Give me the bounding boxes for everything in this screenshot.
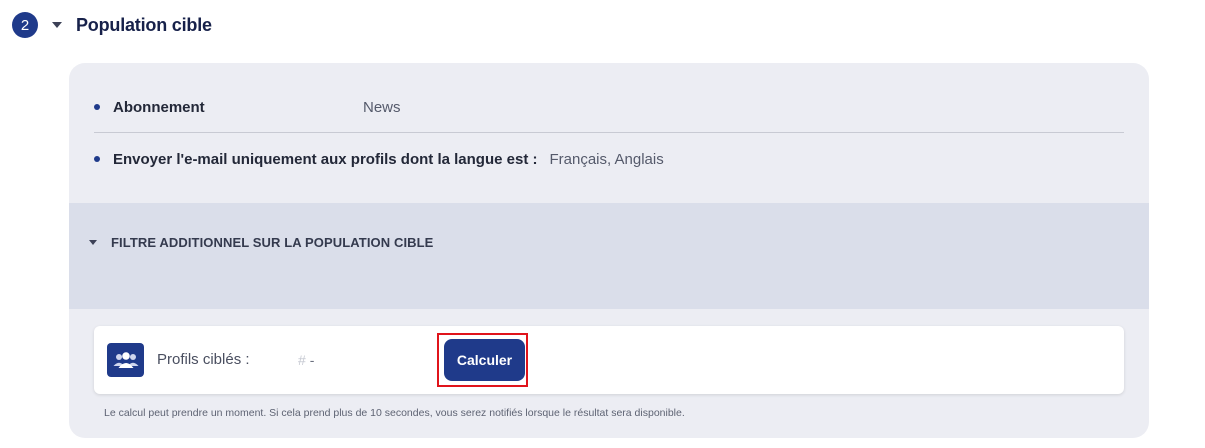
additional-filter-toggle[interactable]: FILTRE ADDITIONNEL SUR LA POPULATION CIB…: [89, 234, 433, 250]
target-population-panel: Abonnement News Envoyer l'e-mail uniquem…: [69, 63, 1149, 438]
chevron-down-icon[interactable]: [52, 22, 62, 28]
subscription-label: Abonnement: [113, 98, 205, 116]
calculation-note: Le calcul peut prendre un moment. Si cel…: [104, 407, 685, 419]
step-header[interactable]: 2 Population cible: [12, 12, 212, 38]
targeted-profiles-value: # -: [298, 352, 314, 368]
targeted-profiles-label: Profils ciblés :: [157, 351, 250, 368]
additional-filter-section: FILTRE ADDITIONNEL SUR LA POPULATION CIB…: [69, 203, 1149, 309]
calculate-button[interactable]: Calculer: [444, 339, 525, 381]
chevron-down-icon[interactable]: [89, 239, 97, 245]
language-label: Envoyer l'e-mail uniquement aux profils …: [113, 150, 538, 168]
bullet-icon: [94, 156, 100, 162]
subscription-value: News: [363, 98, 401, 116]
step-number-badge: 2: [12, 12, 38, 38]
subscription-row: Abonnement News: [69, 97, 401, 117]
divider: [94, 132, 1124, 133]
bullet-icon: [94, 104, 100, 110]
section-title: Population cible: [76, 14, 212, 35]
targeted-profiles-card: Profils ciblés : # - Calculer: [94, 326, 1124, 394]
targeted-profiles-count: -: [309, 352, 315, 368]
language-row: Envoyer l'e-mail uniquement aux profils …: [69, 149, 664, 169]
language-value: Français, Anglais: [549, 150, 664, 168]
hash-icon: #: [298, 352, 306, 368]
additional-filter-label: FILTRE ADDITIONNEL SUR LA POPULATION CIB…: [111, 234, 434, 250]
users-icon: [107, 343, 144, 377]
